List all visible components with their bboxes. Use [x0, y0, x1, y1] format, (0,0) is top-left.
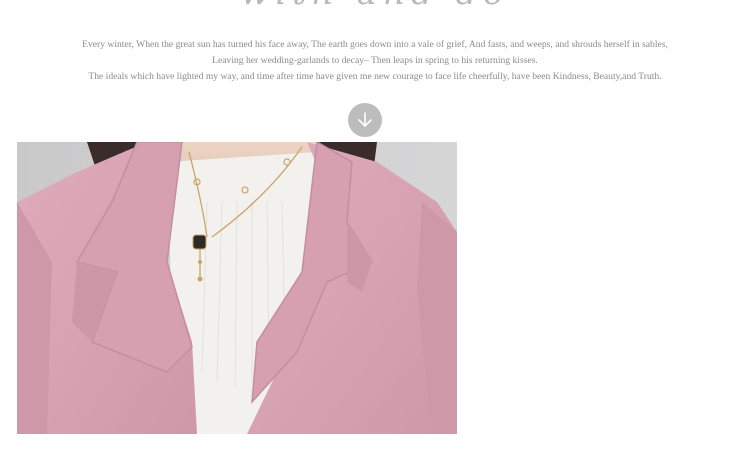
poem-line-2: Leaving her wedding-garlands to decay– T…: [212, 55, 538, 66]
poem-line-3: The ideals which have lighted my way, an…: [88, 71, 662, 82]
scroll-down-button[interactable]: [348, 103, 382, 137]
poem-text-block: Every winter, When the great sun has tur…: [0, 37, 750, 85]
poem-line-1: Every winter, When the great sun has tur…: [82, 39, 668, 50]
product-photo-pink-coat: [17, 142, 457, 434]
arrow-down-circle-icon: [358, 112, 372, 127]
decorative-script-heading: with and do: [0, 0, 750, 10]
